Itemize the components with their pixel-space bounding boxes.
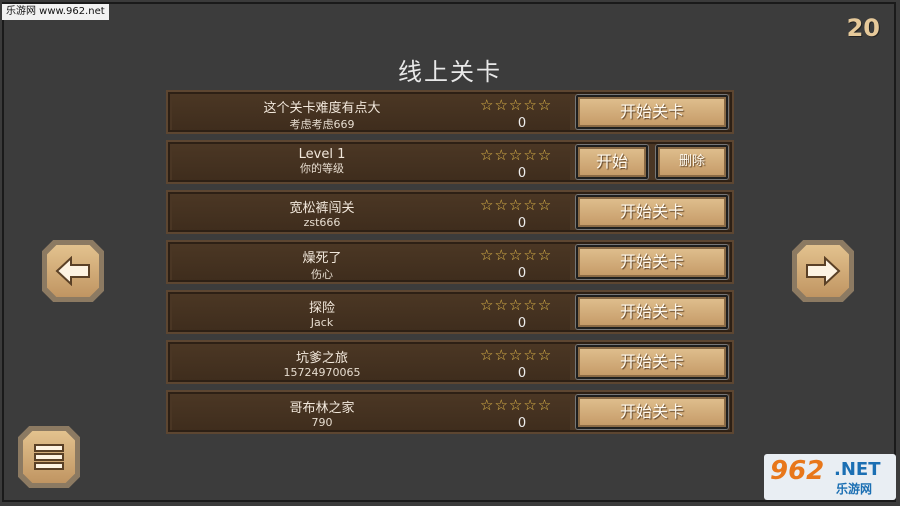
watermark-top: 乐游网 www.962.net	[2, 4, 109, 20]
arrow-left-icon	[55, 256, 90, 286]
menu-icon	[34, 444, 64, 470]
level-name: 这个关卡难度有点大	[263, 101, 381, 116]
level-score: 0	[517, 366, 527, 381]
start-level-button[interactable]: 开始关卡	[576, 195, 728, 229]
level-name: 坑爹之旅	[295, 351, 348, 366]
level-list: 这个关卡难度有点大 考虑考虑669 ☆☆☆☆☆ 0 开始关卡 Level 1 你…	[166, 90, 734, 434]
level-row: Level 1 你的等级 ☆☆☆☆☆ 0 开始 删除	[166, 140, 734, 184]
star-rating-icon: ☆☆☆☆☆	[480, 196, 553, 214]
level-author: 790	[311, 416, 333, 429]
next-page-button[interactable]	[792, 240, 854, 302]
level-score: 0	[517, 166, 527, 181]
level-author: 考虑考虑669	[289, 118, 355, 131]
star-rating-icon: ☆☆☆☆☆	[480, 296, 553, 314]
star-rating-icon: ☆☆☆☆☆	[480, 96, 553, 114]
level-row: 坑爹之旅 15724970065 ☆☆☆☆☆ 0 开始关卡	[166, 340, 734, 384]
level-score: 0	[517, 116, 527, 131]
start-level-button[interactable]: 开始关卡	[576, 345, 728, 379]
star-rating-icon: ☆☆☆☆☆	[480, 346, 553, 364]
level-author: Jack	[310, 316, 334, 329]
level-counter: 20	[846, 14, 880, 42]
level-row: 宽松裤闯关 zst666 ☆☆☆☆☆ 0 开始关卡	[166, 190, 734, 234]
level-row: 这个关卡难度有点大 考虑考虑669 ☆☆☆☆☆ 0 开始关卡	[166, 90, 734, 134]
level-score: 0	[517, 216, 527, 231]
level-row: 哥布林之家 790 ☆☆☆☆☆ 0 开始关卡	[166, 390, 734, 434]
level-score: 0	[517, 316, 527, 331]
level-author: 伤心	[311, 268, 333, 281]
level-author: 你的等级	[300, 162, 344, 175]
menu-button[interactable]	[18, 426, 80, 488]
start-level-button[interactable]: 开始关卡	[576, 295, 728, 329]
start-button[interactable]: 开始	[576, 145, 648, 179]
level-name: 哥布林之家	[289, 401, 355, 416]
level-score: 0	[517, 266, 527, 281]
start-level-button[interactable]: 开始关卡	[576, 395, 728, 429]
level-score: 0	[517, 416, 527, 431]
prev-page-button[interactable]	[42, 240, 104, 302]
level-name: 燥死了	[302, 251, 342, 266]
level-name: 宽松裤闯关	[289, 201, 355, 216]
start-level-button[interactable]: 开始关卡	[576, 95, 728, 129]
level-row: 探险 Jack ☆☆☆☆☆ 0 开始关卡	[166, 290, 734, 334]
star-rating-icon: ☆☆☆☆☆	[480, 246, 553, 264]
level-row: 燥死了 伤心 ☆☆☆☆☆ 0 开始关卡	[166, 240, 734, 284]
start-level-button[interactable]: 开始关卡	[576, 245, 728, 279]
delete-button[interactable]: 删除	[656, 145, 728, 179]
star-rating-icon: ☆☆☆☆☆	[480, 396, 553, 414]
arrow-right-icon	[806, 256, 841, 286]
page-title: 线上关卡	[398, 58, 502, 86]
watermark-logo: 962 .NET 乐游网	[764, 454, 896, 500]
level-name: 探险	[308, 301, 335, 316]
level-author: 15724970065	[283, 366, 361, 379]
level-author: zst666	[303, 216, 341, 229]
star-rating-icon: ☆☆☆☆☆	[480, 146, 553, 164]
